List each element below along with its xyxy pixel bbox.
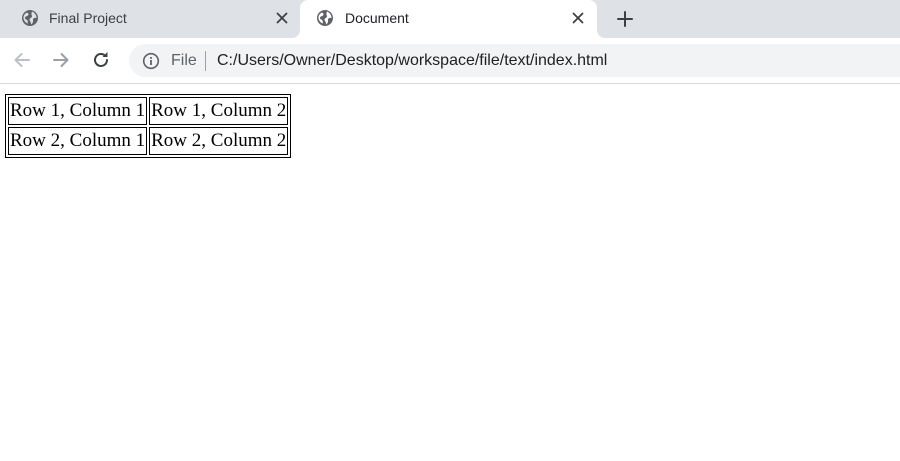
tab-title: Final Project (49, 10, 127, 26)
table-row: Row 2, Column 1 Row 2, Column 2 (8, 127, 289, 155)
table-cell: Row 1, Column 2 (149, 97, 289, 125)
url-text[interactable]: C:/Users/Owner/Desktop/workspace/file/te… (217, 51, 607, 70)
close-icon[interactable] (570, 10, 586, 26)
scheme-label: File (171, 52, 197, 69)
back-arrow-icon[interactable] (11, 49, 33, 71)
address-bar[interactable]: File C:/Users/Owner/Desktop/workspace/fi… (129, 44, 900, 77)
reload-icon[interactable] (90, 49, 112, 71)
info-icon[interactable] (142, 52, 160, 70)
table-cell: Row 1, Column 1 (8, 97, 148, 125)
globe-icon (317, 10, 333, 26)
close-icon[interactable] (274, 10, 290, 26)
new-tab-plus-icon[interactable] (614, 8, 636, 30)
page-content: Row 1, Column 1 Row 1, Column 2 Row 2, C… (0, 84, 900, 461)
tab-document[interactable]: Document (300, 0, 597, 38)
data-table: Row 1, Column 1 Row 1, Column 2 Row 2, C… (5, 94, 292, 158)
table-cell: Row 2, Column 2 (149, 127, 289, 155)
scheme-divider (205, 51, 206, 71)
globe-icon (22, 10, 38, 26)
table-row: Row 1, Column 1 Row 1, Column 2 (8, 97, 289, 125)
tab-title: Document (345, 10, 409, 26)
forward-arrow-icon[interactable] (50, 49, 72, 71)
table-cell: Row 2, Column 1 (8, 127, 148, 155)
tab-final-project[interactable]: Final Project (0, 0, 300, 38)
toolbar: File C:/Users/Owner/Desktop/workspace/fi… (0, 38, 900, 84)
browser-window: Final Project Document File C:/Users/Own… (0, 0, 900, 461)
tab-strip: Final Project Document (0, 0, 900, 38)
